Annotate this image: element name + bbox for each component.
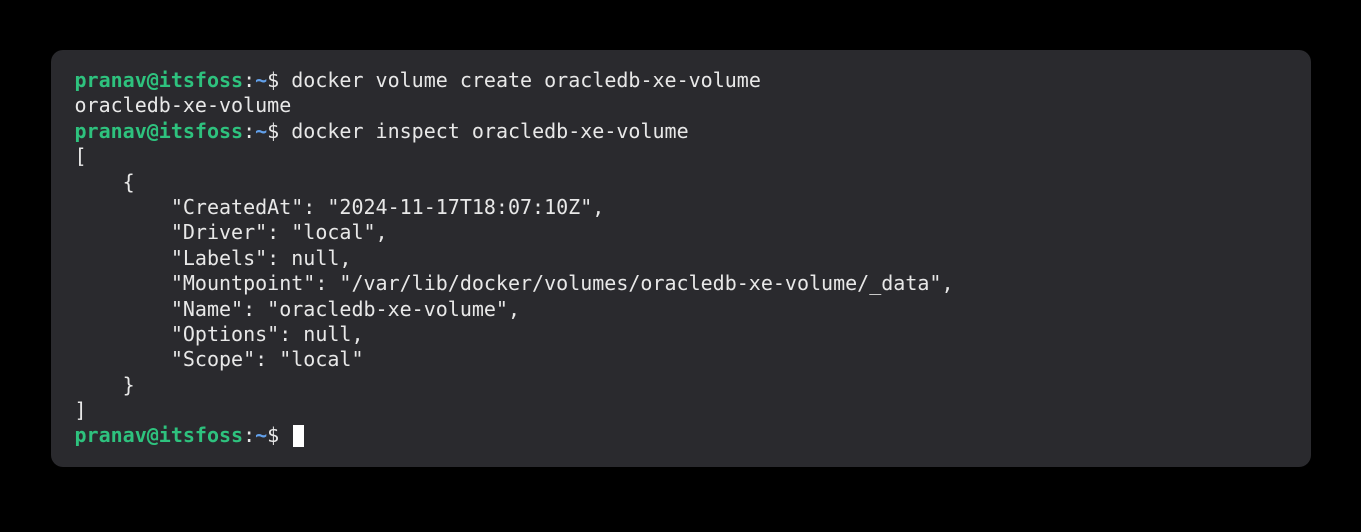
output-line: }: [75, 373, 1287, 398]
command-text: docker volume create oracledb-xe-volume: [291, 68, 761, 92]
prompt-user-host: pranav@itsfoss: [75, 423, 244, 447]
prompt-path: ~: [255, 423, 267, 447]
output-line: {: [75, 170, 1287, 195]
active-prompt-line[interactable]: pranav@itsfoss:~$: [75, 423, 1287, 448]
prompt-user-host: pranav@itsfoss: [75, 119, 244, 143]
output-line: "CreatedAt": "2024-11-17T18:07:10Z",: [75, 195, 1287, 220]
prompt-path: ~: [255, 68, 267, 92]
output-line: oracledb-xe-volume: [75, 93, 1287, 118]
prompt-symbol: $: [267, 119, 291, 143]
cursor-icon: [293, 425, 304, 447]
output-line: "Options": null,: [75, 322, 1287, 347]
output-line: "Name": "oracledb-xe-volume",: [75, 297, 1287, 322]
prompt-symbol: $: [267, 68, 291, 92]
prompt-path: ~: [255, 119, 267, 143]
output-line: "Scope": "local": [75, 347, 1287, 372]
command-line-2: pranav@itsfoss:~$ docker inspect oracled…: [75, 119, 1287, 144]
output-line: "Mountpoint": "/var/lib/docker/volumes/o…: [75, 271, 1287, 296]
output-line: ]: [75, 398, 1287, 423]
output-line: [: [75, 144, 1287, 169]
prompt-colon: :: [243, 68, 255, 92]
terminal-window[interactable]: pranav@itsfoss:~$ docker volume create o…: [51, 50, 1311, 467]
command-line-1: pranav@itsfoss:~$ docker volume create o…: [75, 68, 1287, 93]
output-line: "Driver": "local",: [75, 220, 1287, 245]
output-line: "Labels": null,: [75, 246, 1287, 271]
prompt-colon: :: [243, 119, 255, 143]
prompt-colon: :: [243, 423, 255, 447]
command-text: docker inspect oracledb-xe-volume: [291, 119, 688, 143]
prompt-user-host: pranav@itsfoss: [75, 68, 244, 92]
prompt-symbol: $: [267, 423, 291, 447]
